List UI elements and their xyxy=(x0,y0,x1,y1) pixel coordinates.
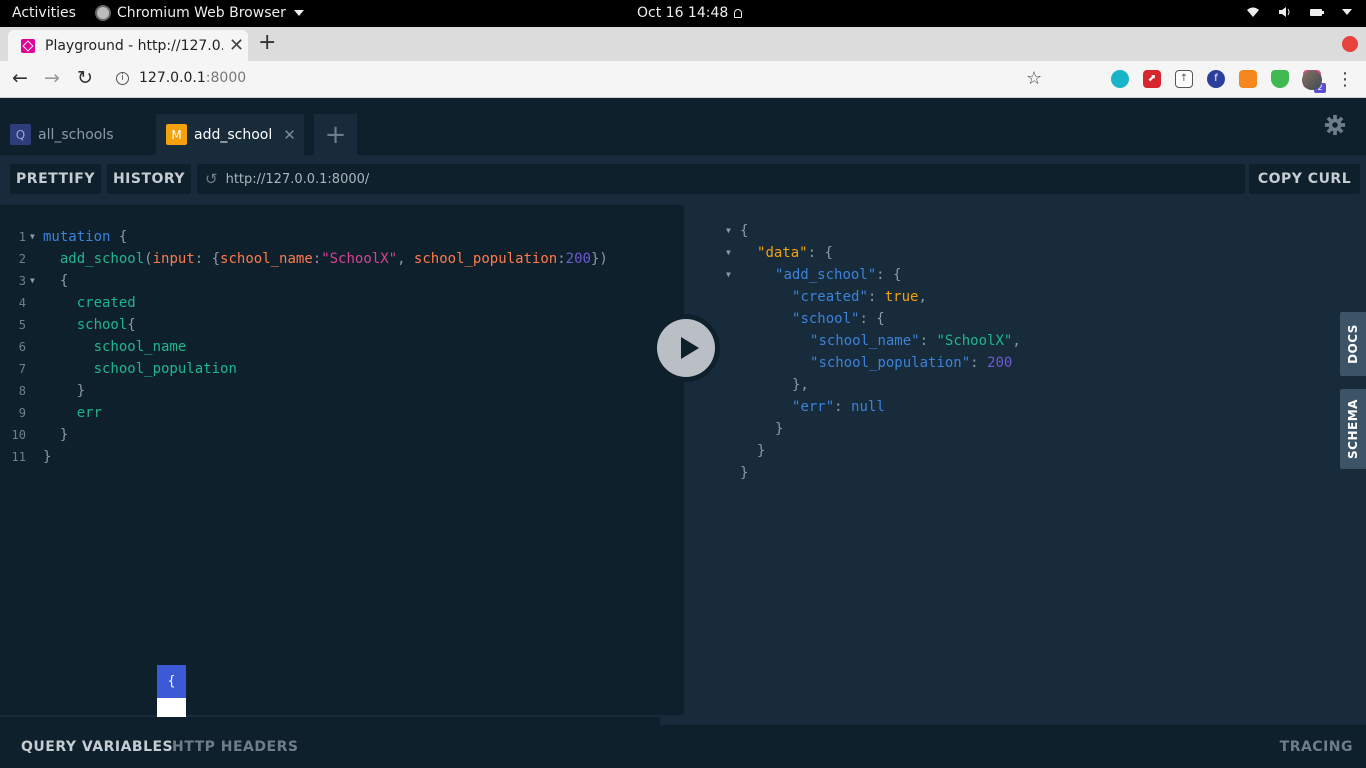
battery-icon xyxy=(1310,9,1324,16)
mutation-badge: M xyxy=(166,124,187,145)
graphql-playground: Q all_schools M add_school ✕ + PRETTIFY … xyxy=(0,98,1366,768)
autocomplete-blank xyxy=(157,698,186,718)
fold-arrow-icon: ▼ xyxy=(30,232,35,241)
copy-curl-button[interactable]: COPY CURL xyxy=(1249,164,1360,194)
result-line: } xyxy=(740,465,749,481)
query-editor[interactable]: 1 ▼ mutation { 2 add_school(input: {school… xyxy=(0,205,684,715)
schema-side-tab[interactable]: SCHEMA xyxy=(1340,389,1366,469)
tab-all-schools[interactable]: Q all_schools xyxy=(0,114,148,155)
info-icon[interactable]: i xyxy=(116,71,129,85)
profile-avatar[interactable] xyxy=(1302,70,1322,90)
code-line: 1 ▼ mutation { xyxy=(0,226,684,248)
code-line: 8 } xyxy=(18,383,86,399)
code-line: 7 school_population xyxy=(18,361,237,377)
autocomplete-item[interactable]: { xyxy=(157,665,186,698)
result-line: "data": { xyxy=(757,245,833,261)
result-line: "err": null xyxy=(792,399,885,415)
code-line: 3 ▼ { xyxy=(0,270,684,292)
extensions-area: ⬈ ↑ f 2 xyxy=(1111,70,1326,93)
bookmark-star-icon[interactable]: ☆ xyxy=(1026,68,1042,89)
autocomplete-hint[interactable]: { xyxy=(157,665,186,718)
clock[interactable]: Oct 16 14:48 xyxy=(637,5,743,21)
url-port: :8000 xyxy=(205,70,247,86)
fedora-extension-icon[interactable]: f xyxy=(1207,70,1225,88)
query-variables-tab[interactable]: QUERY VARIABLES xyxy=(21,739,173,755)
prettify-button[interactable]: PRETTIFY xyxy=(10,164,101,194)
reload-schema-icon[interactable]: ↺ xyxy=(205,170,218,188)
close-icon[interactable]: ✕ xyxy=(229,35,244,56)
chevron-down-icon xyxy=(1342,9,1352,15)
play-icon xyxy=(681,337,699,359)
system-top-bar: Activities Chromium Web Browser Oct 16 1… xyxy=(0,0,1366,27)
close-icon[interactable]: ✕ xyxy=(283,126,296,144)
new-tab-button[interactable]: + xyxy=(258,30,276,55)
shield-extension-icon[interactable] xyxy=(1271,70,1289,88)
endpoint-input[interactable]: ↺ http://127.0.0.1:8000/ xyxy=(197,164,1245,194)
code-line: 6 school_name xyxy=(18,339,187,355)
result-line: }, xyxy=(792,377,809,393)
wifi-icon xyxy=(1247,7,1259,17)
endpoint-url: http://127.0.0.1:8000/ xyxy=(225,171,370,187)
run-query-button[interactable] xyxy=(652,314,720,382)
address-bar[interactable]: i 127.0.0.1:8000 xyxy=(116,70,246,86)
browser-toolbar: ← → ↻ i 127.0.0.1:8000 ☆ ⬈ ↑ f 2 ⋮ xyxy=(0,61,1366,98)
pdf-extension-icon[interactable]: ⬈ xyxy=(1143,70,1161,88)
tab-label: add_school xyxy=(194,126,273,143)
fold-arrow-icon: ▼ xyxy=(30,276,35,285)
code-line: 9 err xyxy=(18,405,103,421)
bottom-panel-bar: QUERY VARIABLES HTTP HEADERS TRACING xyxy=(0,717,1366,768)
tab-label: all_schools xyxy=(38,126,114,143)
result-line: "add_school": { xyxy=(775,267,902,283)
add-tab-button[interactable]: + xyxy=(314,114,357,155)
result-line: "school": { xyxy=(792,311,885,327)
code-line: 2 add_school(input: {school_name:"School… xyxy=(18,251,608,267)
forward-button[interactable]: → xyxy=(44,67,60,89)
playground-tab-bar: Q all_schools M add_school ✕ + xyxy=(0,98,1366,155)
back-button[interactable]: ← xyxy=(12,67,28,89)
result-line: } xyxy=(757,443,766,459)
result-line: "school_name": "SchoolX", xyxy=(810,333,1021,349)
chromium-icon xyxy=(95,5,111,21)
playground-toolbar: PRETTIFY HISTORY ↺ http://127.0.0.1:8000… xyxy=(0,155,1366,205)
query-badge: Q xyxy=(10,124,31,145)
result-line: "school_population": 200 xyxy=(810,355,1013,371)
code-line: 10 } xyxy=(11,427,69,443)
flow-extension-icon[interactable] xyxy=(1239,70,1257,88)
menu-icon[interactable]: ⋮ xyxy=(1336,69,1354,90)
tracing-tab[interactable]: TRACING xyxy=(1280,739,1353,755)
upload-extension-icon[interactable]: ↑ xyxy=(1175,70,1193,88)
browser-tab-strip: Playground - http://127.0.0.1:8000 ✕ + xyxy=(0,27,1366,61)
system-menu[interactable] xyxy=(1246,6,1352,18)
chevron-down-icon xyxy=(293,10,304,16)
reload-button[interactable]: ↻ xyxy=(77,67,93,89)
graphql-favicon-icon xyxy=(21,38,35,53)
result-line: } xyxy=(775,421,784,437)
activities-button[interactable]: Activities xyxy=(12,5,76,21)
result-line: "created": true, xyxy=(792,289,927,305)
window-close-button[interactable] xyxy=(1342,36,1358,52)
browser-tab-playground[interactable]: Playground - http://127.0.0.1:8000 ✕ xyxy=(8,30,248,61)
volume-icon xyxy=(1279,7,1290,17)
bell-icon xyxy=(734,8,743,18)
gear-icon[interactable] xyxy=(1324,114,1346,136)
code-line: 4 created xyxy=(18,295,136,311)
history-button[interactable]: HISTORY xyxy=(107,164,191,194)
chat-extension-icon[interactable] xyxy=(1111,70,1129,88)
result-viewer: ▼ { ▼ "data": { ▼ "add_school": { "creat… xyxy=(684,205,1340,725)
code-line: 5 school{ xyxy=(18,317,136,333)
docs-side-tab[interactable]: DOCS xyxy=(1340,312,1366,376)
clock-text: Oct 16 14:48 xyxy=(637,5,729,21)
code-line: 11} xyxy=(11,449,52,465)
app-name: Chromium Web Browser xyxy=(117,5,286,21)
url-host: 127.0.0.1 xyxy=(139,70,206,86)
app-menu[interactable]: Chromium Web Browser xyxy=(95,5,304,21)
tab-add-school[interactable]: M add_school ✕ xyxy=(156,114,304,155)
browser-tab-title: Playground - http://127.0.0.1:8000 xyxy=(45,37,223,54)
http-headers-tab[interactable]: HTTP HEADERS xyxy=(172,739,298,755)
result-line: { xyxy=(740,223,749,239)
